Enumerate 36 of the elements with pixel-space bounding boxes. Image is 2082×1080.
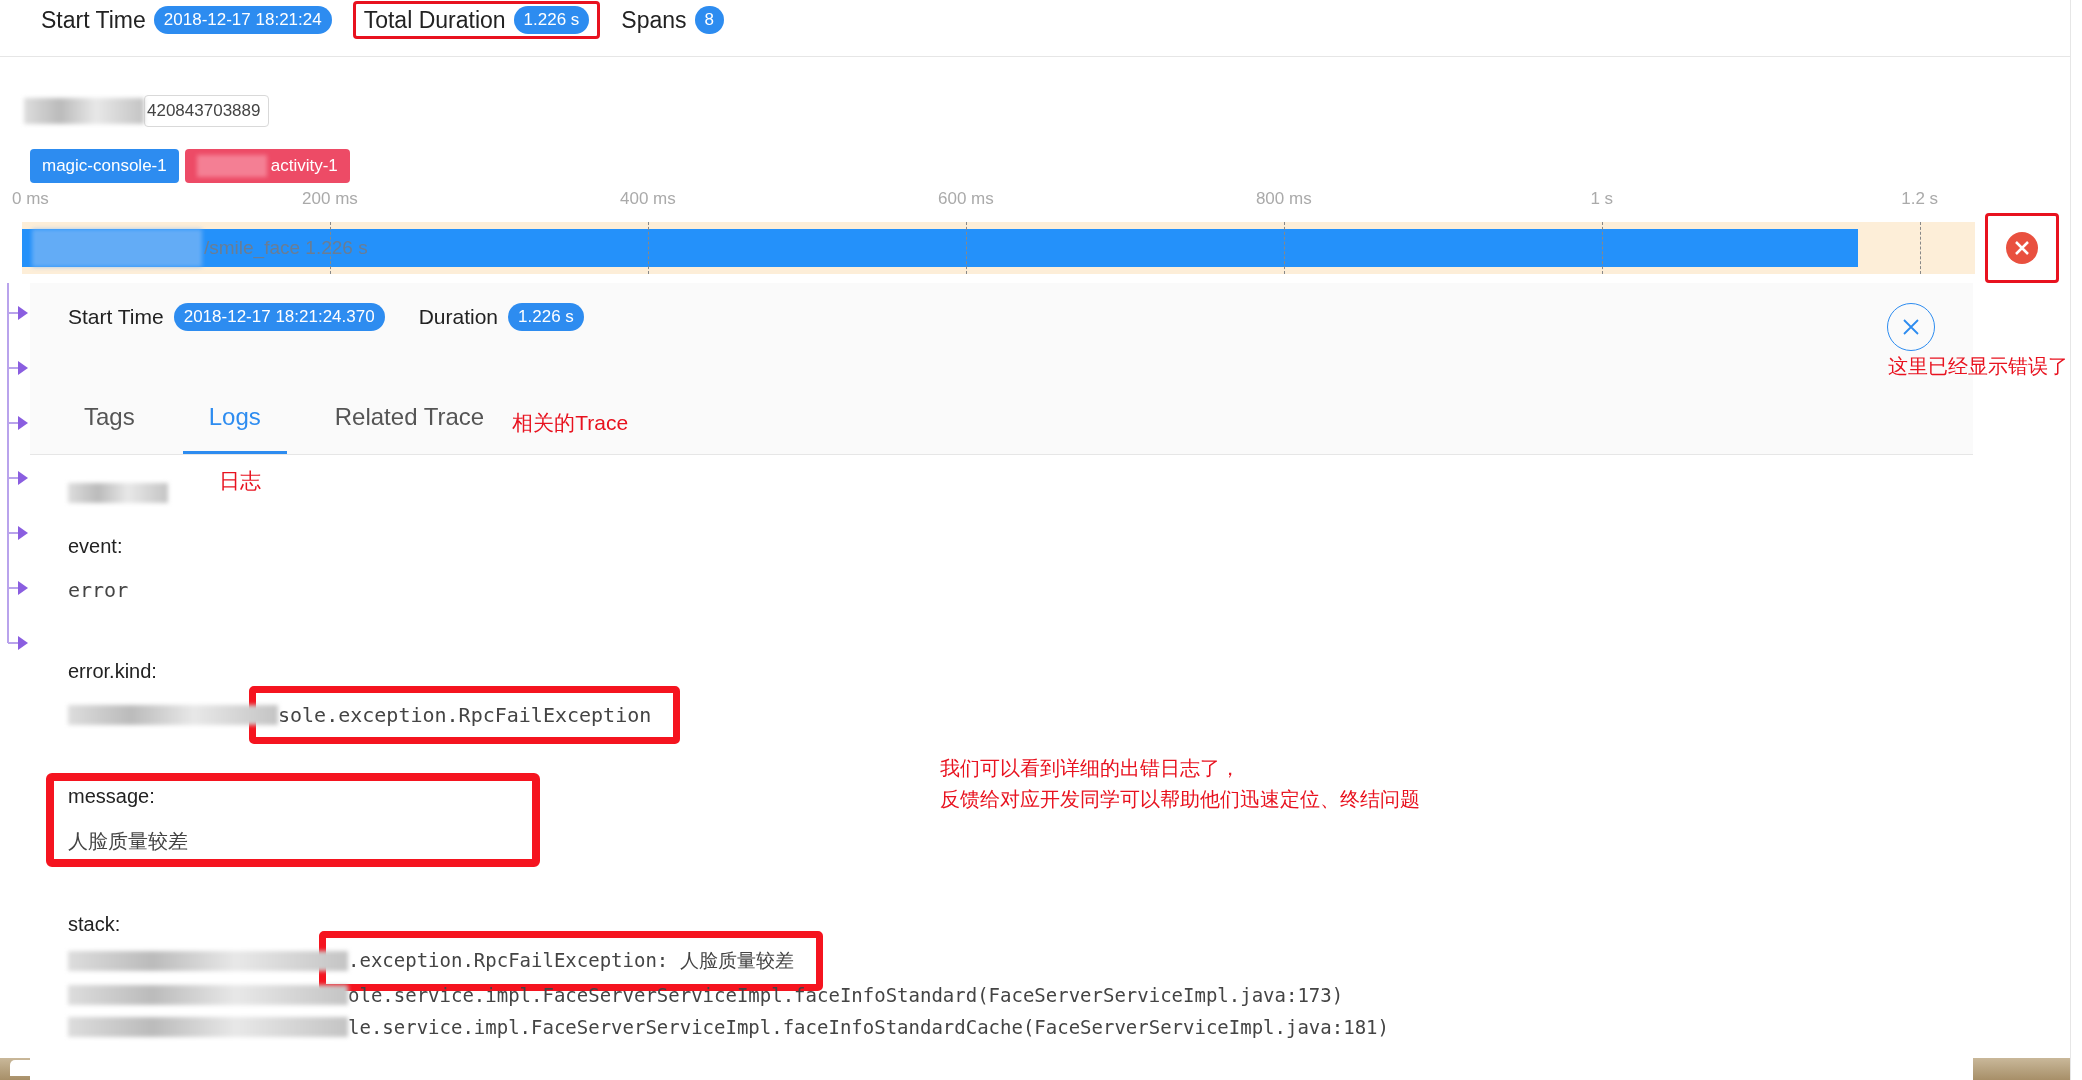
summary-label: Total Duration: [363, 6, 506, 34]
trace-id: 420843703889: [144, 95, 270, 127]
service-tag[interactable]: magic-console-1: [30, 149, 179, 183]
axis-tick-label: 800 ms: [1255, 189, 1312, 209]
axis-tick-label: 400 ms: [620, 189, 676, 209]
duration-value: 1.226 s: [508, 303, 584, 331]
log-value: 人脸质量较差: [68, 828, 188, 855]
service-tag[interactable]: activity-1: [184, 149, 350, 183]
tab[interactable]: Tags: [58, 391, 161, 454]
close-icon: [1901, 317, 1921, 337]
annotation-text: 相关的Trace: [512, 410, 629, 436]
summary-label: Start Time: [41, 6, 146, 34]
tab[interactable]: Related Trace: [308, 391, 511, 454]
annotation-text: 反馈给对应开发同学可以帮助他们迅速定位、终结问题: [940, 787, 1420, 812]
summary-value: 8: [694, 6, 725, 34]
axis-tick-label: 1.2 s: [1901, 189, 1939, 209]
log-key: error.kind:: [68, 660, 652, 683]
stack-line: le.service.impl.FaceServerServiceImpl.faceInfoStandardCache(FaceServerServiceImpl.java:181): [348, 1016, 1389, 1038]
summary-label: Spans: [621, 6, 687, 34]
annotation-text: 日志: [218, 468, 261, 494]
start-time-label: Start Time: [68, 305, 164, 329]
duration-label: Duration: [418, 305, 499, 329]
axis-tick-label: 1 s: [1590, 189, 1614, 209]
log-value: error: [68, 578, 129, 602]
log-key: message:: [68, 785, 518, 808]
annotation-text: 我们可以看到详细的出错日志了，: [940, 756, 1241, 781]
span-label: /smile_face 1.226 s: [204, 237, 368, 259]
axis-tick-label: 600 ms: [937, 189, 994, 209]
axis-tick-label: 200 ms: [302, 189, 358, 209]
axis-tick-label: 0 ms: [12, 189, 49, 209]
summary-value: 2018-12-17 18:21:24: [153, 6, 332, 34]
summary-value: 1.226 s: [513, 6, 590, 34]
annotation-text: 这里已经显示错误了: [1888, 354, 2068, 379]
log-value: sole.exception.RpcFailException: [249, 686, 681, 744]
log-key: event:: [68, 535, 518, 558]
start-time-value: 2018-12-17 18:21:24.370: [173, 303, 385, 331]
